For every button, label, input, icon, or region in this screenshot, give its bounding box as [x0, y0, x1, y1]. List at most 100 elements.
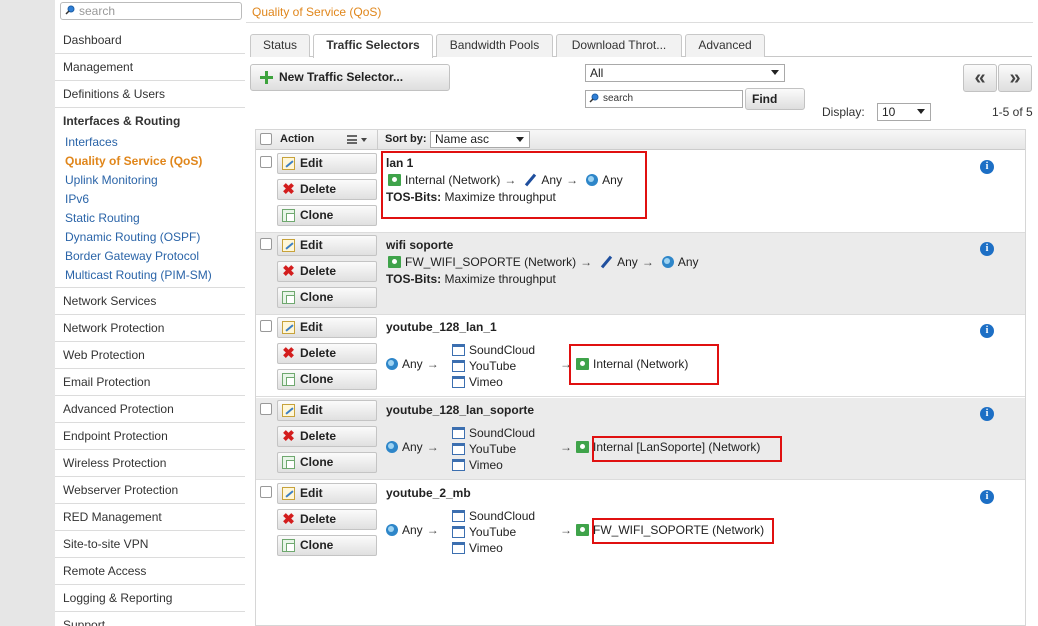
rule-arrow: → — [560, 357, 572, 371]
table-search-input[interactable]: search — [585, 90, 743, 108]
info-icon[interactable]: i — [980, 490, 994, 504]
edit-button[interactable]: Edit — [277, 153, 377, 174]
nav-management[interactable]: Management — [55, 54, 245, 81]
clone-button[interactable]: Clone — [277, 205, 377, 226]
nav-remote-access[interactable]: Remote Access — [55, 558, 245, 585]
delete-icon: ✖ — [282, 511, 295, 528]
column-menu-icon[interactable] — [347, 135, 357, 144]
edit-button[interactable]: Edit — [277, 235, 377, 256]
nav-site-to-site-vpn[interactable]: Site-to-site VPN — [55, 531, 245, 558]
edit-button[interactable]: Edit — [277, 317, 377, 338]
sort-select[interactable]: Name asc — [430, 131, 530, 148]
tab-bandwidth-pools[interactable]: Bandwidth Pools — [436, 34, 553, 57]
nav-dashboard[interactable]: Dashboard — [55, 27, 245, 54]
nav-email-protection[interactable]: Email Protection — [55, 369, 245, 396]
nav-advanced-protection[interactable]: Advanced Protection — [55, 396, 245, 423]
traffic-selector-table: Action Sort by: Name asc Edit ✖ Delete Cl… — [255, 129, 1026, 626]
row-checkbox[interactable] — [260, 156, 272, 168]
filter-select[interactable]: All — [585, 64, 785, 82]
nav-web-protection[interactable]: Web Protection — [55, 342, 245, 369]
info-icon[interactable]: i — [980, 407, 994, 421]
subnav-interfaces[interactable]: Interfaces — [65, 133, 245, 152]
edit-button[interactable]: Edit — [277, 483, 377, 504]
tab-status[interactable]: Status — [250, 34, 310, 57]
tos-bits: TOS-Bits: Maximize throughput — [386, 272, 556, 286]
subnav-dynamic-routing[interactable]: Dynamic Routing (OSPF) — [65, 228, 245, 247]
find-button[interactable]: Find — [745, 88, 805, 110]
select-all-checkbox[interactable] — [260, 133, 272, 145]
edit-label: Edit — [300, 320, 323, 334]
delete-button[interactable]: ✖ Delete — [277, 509, 377, 530]
info-icon[interactable]: i — [980, 242, 994, 256]
row-name: wifi soporte — [386, 238, 454, 252]
dropdown-arrow-icon — [516, 137, 524, 142]
subnav-bgp[interactable]: Border Gateway Protocol — [65, 247, 245, 266]
app-item: YouTube — [452, 441, 535, 457]
rule-destination-cell: → Internal (Network) — [556, 357, 688, 371]
app-item: SoundCloud — [452, 425, 535, 441]
sidebar-search-input[interactable]: search — [60, 2, 242, 20]
info-icon[interactable]: i — [980, 160, 994, 174]
nav-definitions-users[interactable]: Definitions & Users — [55, 81, 245, 108]
nav-red-management[interactable]: RED Management — [55, 504, 245, 531]
subnav-static-routing[interactable]: Static Routing — [65, 209, 245, 228]
nav-logging-reporting[interactable]: Logging & Reporting — [55, 585, 245, 612]
previous-page-button[interactable]: « — [963, 64, 997, 92]
app-window-icon — [452, 459, 465, 471]
edit-button[interactable]: Edit — [277, 400, 377, 421]
clone-button[interactable]: Clone — [277, 369, 377, 390]
delete-button[interactable]: ✖ Delete — [277, 426, 377, 447]
nav-network-services[interactable]: Network Services — [55, 288, 245, 315]
clone-button[interactable]: Clone — [277, 535, 377, 556]
nav-webserver-protection[interactable]: Webserver Protection — [55, 477, 245, 504]
dropdown-arrow-icon — [771, 70, 779, 75]
delete-label: Delete — [300, 429, 337, 443]
clone-button[interactable]: Clone — [277, 452, 377, 473]
info-icon[interactable]: i — [980, 324, 994, 338]
network-flag-icon — [576, 441, 589, 453]
nav-interfaces-routing[interactable]: Interfaces & Routing — [55, 108, 245, 135]
tab-download-throttling[interactable]: Download Throt... — [556, 34, 682, 57]
rule-destination: Internal [LanSoporte] (Network) — [593, 440, 761, 454]
nav-support[interactable]: Support — [55, 612, 245, 626]
row-checkbox[interactable] — [260, 486, 272, 498]
delete-button[interactable]: ✖ Delete — [277, 261, 377, 282]
tab-traffic-selectors[interactable]: Traffic Selectors — [313, 34, 433, 58]
app-item: YouTube — [452, 358, 535, 374]
app-label: YouTube — [469, 359, 517, 373]
delete-button[interactable]: ✖ Delete — [277, 343, 377, 364]
new-traffic-selector-button[interactable]: New Traffic Selector... — [250, 64, 450, 91]
subnav-multicast-routing[interactable]: Multicast Routing (PIM-SM) — [65, 266, 245, 285]
display-count-select[interactable]: 10 — [877, 103, 931, 121]
globe-icon — [386, 358, 398, 370]
subnav-uplink-monitoring[interactable]: Uplink Monitoring — [65, 171, 245, 190]
clone-button[interactable]: Clone — [277, 287, 377, 308]
clone-icon — [282, 291, 295, 304]
chevron-down-icon[interactable] — [361, 138, 367, 142]
nav-wireless-protection[interactable]: Wireless Protection — [55, 450, 245, 477]
delete-label: Delete — [300, 346, 337, 360]
rule-destination-cell: → FW_WIFI_SOPORTE (Network) — [556, 523, 764, 537]
delete-label: Delete — [300, 264, 337, 278]
nav-endpoint-protection[interactable]: Endpoint Protection — [55, 423, 245, 450]
rule-arrow: → — [504, 173, 517, 187]
tos-value: Maximize throughput — [444, 190, 556, 204]
subnav-qos[interactable]: Quality of Service (QoS) — [65, 152, 245, 171]
nav-network-protection[interactable]: Network Protection — [55, 315, 245, 342]
rule-destination: Any — [677, 255, 699, 269]
delete-button[interactable]: ✖ Delete — [277, 179, 377, 200]
globe-icon — [661, 256, 674, 268]
row-checkbox[interactable] — [260, 320, 272, 332]
rule-destination: Any — [602, 173, 623, 187]
subnav-ipv6[interactable]: IPv6 — [65, 190, 245, 209]
row-checkbox[interactable] — [260, 403, 272, 415]
edit-icon — [282, 487, 295, 500]
table-row: Edit ✖ Delete Clone youtube_128_lan_sopor… — [256, 398, 1025, 480]
title-divider — [246, 22, 1038, 23]
row-checkbox[interactable] — [260, 238, 272, 250]
next-page-button[interactable]: » — [998, 64, 1032, 92]
display-label: Display: — [822, 105, 865, 119]
tab-advanced[interactable]: Advanced — [685, 34, 765, 57]
rule-arrow: → — [560, 523, 572, 537]
filter-select-value: All — [590, 66, 604, 80]
